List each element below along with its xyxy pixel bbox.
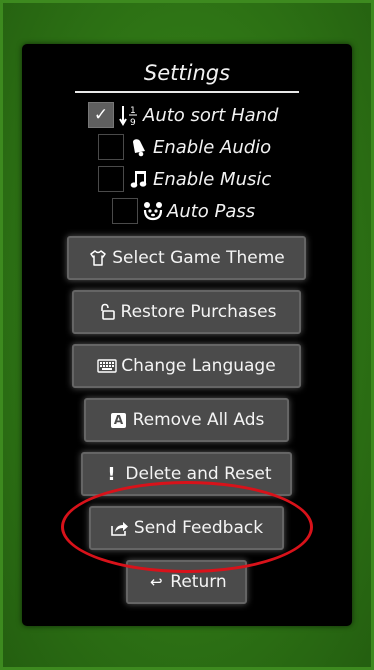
delete-and-reset-label: Delete and Reset: [125, 464, 272, 484]
enable-audio-label: Enable Audio: [153, 136, 272, 158]
shirt-icon: [88, 249, 108, 267]
enable-music-label: Enable Music: [153, 168, 272, 190]
sort-numeric-icon: 1 9: [119, 103, 139, 127]
change-language-label: Change Language: [121, 356, 276, 376]
keyboard-icon: [97, 359, 117, 373]
bell-icon: [129, 137, 149, 157]
share-icon: [110, 520, 130, 536]
panda-face-icon: [143, 201, 163, 221]
check-mark-icon: ✓: [93, 105, 109, 125]
return-button[interactable]: ↩ Return: [126, 560, 247, 604]
return-arrow-icon: ↩: [149, 573, 163, 591]
ad-block-icon: A: [109, 412, 129, 428]
enable-audio-checkbox[interactable]: [98, 134, 124, 160]
auto-pass-label: Auto Pass: [167, 200, 256, 222]
send-feedback-button[interactable]: Send Feedback: [89, 506, 284, 550]
option-auto-sort-hand: ✓ 1 9 Auto sort Hand: [88, 101, 278, 129]
enable-music-checkbox[interactable]: [98, 166, 124, 192]
remove-all-ads-label: Remove All Ads: [132, 410, 265, 430]
title-divider: [75, 91, 299, 93]
auto-sort-hand-label: Auto sort Hand: [143, 104, 279, 126]
option-enable-music: Enable Music: [98, 165, 271, 193]
select-game-theme-label: Select Game Theme: [112, 248, 285, 268]
return-label: Return: [170, 572, 227, 592]
auto-pass-checkbox[interactable]: [112, 198, 138, 224]
music-note-icon: [129, 169, 149, 189]
option-enable-audio: Enable Audio: [98, 133, 271, 161]
exclamation-icon: !: [107, 463, 116, 485]
change-language-button[interactable]: Change Language: [72, 344, 301, 388]
restore-purchases-button[interactable]: Restore Purchases: [72, 290, 301, 334]
unlock-icon: [97, 303, 117, 321]
delete-and-reset-button[interactable]: ! Delete and Reset: [81, 452, 292, 496]
option-auto-pass: Auto Pass: [112, 197, 255, 225]
sort-bottom-digit: 9: [130, 118, 136, 127]
restore-purchases-label: Restore Purchases: [120, 302, 277, 322]
auto-sort-hand-checkbox[interactable]: ✓: [88, 102, 114, 128]
select-game-theme-button[interactable]: Select Game Theme: [67, 236, 306, 280]
remove-all-ads-button[interactable]: A Remove All Ads: [84, 398, 289, 442]
send-feedback-label: Send Feedback: [133, 518, 264, 538]
settings-title: Settings: [143, 61, 231, 85]
